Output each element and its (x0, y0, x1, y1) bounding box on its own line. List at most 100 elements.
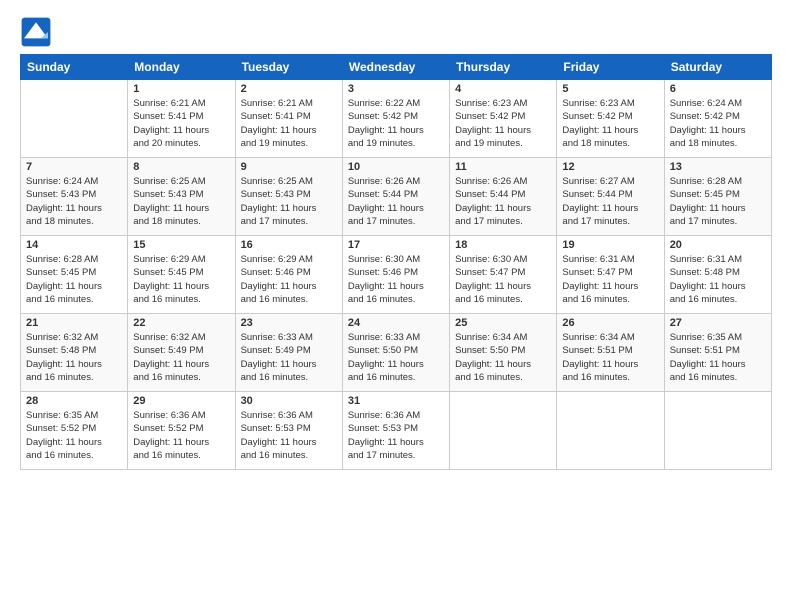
weekday-header-row: SundayMondayTuesdayWednesdayThursdayFrid… (21, 55, 772, 80)
calendar-week-row: 7Sunrise: 6:24 AM Sunset: 5:43 PM Daylig… (21, 158, 772, 236)
calendar-cell: 31 Sunrise: 6:36 AM Sunset: 5:53 PM Dayli… (342, 392, 449, 470)
day-info: Sunrise: 6:31 AM Sunset: 5:47 PM Dayligh… (562, 253, 658, 306)
calendar-week-row: 21 Sunrise: 6:32 AM Sunset: 5:48 PM Dayli… (21, 314, 772, 392)
day-number: 8 (133, 161, 229, 173)
calendar-cell: 30 Sunrise: 6:36 AM Sunset: 5:53 PM Dayli… (235, 392, 342, 470)
day-info: Sunrise: 6:36 AM Sunset: 5:53 PM Dayligh… (348, 409, 444, 462)
day-info: Sunrise: 6:36 AM Sunset: 5:53 PM Dayligh… (241, 409, 337, 462)
day-info: Sunrise: 6:31 AM Sunset: 5:48 PM Dayligh… (670, 253, 766, 306)
calendar-cell: 8 Sunrise: 6:25 AM Sunset: 5:43 PM Daylig… (128, 158, 235, 236)
calendar-cell: 20 Sunrise: 6:31 AM Sunset: 5:48 PM Dayli… (664, 236, 771, 314)
day-number: 15 (133, 239, 229, 251)
day-info: Sunrise: 6:22 AM Sunset: 5:42 PM Dayligh… (348, 97, 444, 150)
calendar-cell: 22 Sunrise: 6:32 AM Sunset: 5:49 PM Dayli… (128, 314, 235, 392)
day-number: 19 (562, 239, 658, 251)
calendar-week-row: 1Sunrise: 6:21 AM Sunset: 5:41 PM Daylig… (21, 80, 772, 158)
weekday-header-friday: Friday (557, 55, 664, 80)
day-info: Sunrise: 6:28 AM Sunset: 5:45 PM Dayligh… (26, 253, 122, 306)
day-number: 11 (455, 161, 551, 173)
day-number: 2 (241, 83, 337, 95)
day-info: Sunrise: 6:33 AM Sunset: 5:49 PM Dayligh… (241, 331, 337, 384)
calendar-cell: 5 Sunrise: 6:23 AM Sunset: 5:42 PM Daylig… (557, 80, 664, 158)
weekday-header-monday: Monday (128, 55, 235, 80)
calendar-cell: 21 Sunrise: 6:32 AM Sunset: 5:48 PM Dayli… (21, 314, 128, 392)
day-info: Sunrise: 6:32 AM Sunset: 5:49 PM Dayligh… (133, 331, 229, 384)
calendar-cell: 29 Sunrise: 6:36 AM Sunset: 5:52 PM Dayli… (128, 392, 235, 470)
day-number: 17 (348, 239, 444, 251)
calendar-cell (664, 392, 771, 470)
day-number: 25 (455, 317, 551, 329)
day-number: 20 (670, 239, 766, 251)
calendar-week-row: 28 Sunrise: 6:35 AM Sunset: 5:52 PM Dayli… (21, 392, 772, 470)
calendar-cell (21, 80, 128, 158)
day-info: Sunrise: 6:24 AM Sunset: 5:43 PM Dayligh… (26, 175, 122, 228)
day-info: Sunrise: 6:29 AM Sunset: 5:46 PM Dayligh… (241, 253, 337, 306)
day-number: 10 (348, 161, 444, 173)
day-info: Sunrise: 6:26 AM Sunset: 5:44 PM Dayligh… (455, 175, 551, 228)
calendar-cell: 7Sunrise: 6:24 AM Sunset: 5:43 PM Daylig… (21, 158, 128, 236)
calendar-cell: 12 Sunrise: 6:27 AM Sunset: 5:44 PM Dayli… (557, 158, 664, 236)
day-number: 23 (241, 317, 337, 329)
day-info: Sunrise: 6:27 AM Sunset: 5:44 PM Dayligh… (562, 175, 658, 228)
day-info: Sunrise: 6:25 AM Sunset: 5:43 PM Dayligh… (133, 175, 229, 228)
weekday-header-saturday: Saturday (664, 55, 771, 80)
calendar-table: SundayMondayTuesdayWednesdayThursdayFrid… (20, 54, 772, 470)
calendar-cell: 27 Sunrise: 6:35 AM Sunset: 5:51 PM Dayli… (664, 314, 771, 392)
day-number: 30 (241, 395, 337, 407)
calendar-cell: 18Sunrise: 6:30 AM Sunset: 5:47 PM Dayli… (450, 236, 557, 314)
day-number: 9 (241, 161, 337, 173)
calendar-cell: 25 Sunrise: 6:34 AM Sunset: 5:50 PM Dayli… (450, 314, 557, 392)
day-number: 6 (670, 83, 766, 95)
weekday-header-thursday: Thursday (450, 55, 557, 80)
calendar-cell: 14Sunrise: 6:28 AM Sunset: 5:45 PM Dayli… (21, 236, 128, 314)
day-number: 4 (455, 83, 551, 95)
day-number: 29 (133, 395, 229, 407)
calendar-week-row: 14Sunrise: 6:28 AM Sunset: 5:45 PM Dayli… (21, 236, 772, 314)
calendar-cell: 13Sunrise: 6:28 AM Sunset: 5:45 PM Dayli… (664, 158, 771, 236)
day-number: 26 (562, 317, 658, 329)
day-info: Sunrise: 6:32 AM Sunset: 5:48 PM Dayligh… (26, 331, 122, 384)
day-info: Sunrise: 6:23 AM Sunset: 5:42 PM Dayligh… (562, 97, 658, 150)
logo-icon (20, 16, 52, 48)
calendar-cell: 23 Sunrise: 6:33 AM Sunset: 5:49 PM Dayli… (235, 314, 342, 392)
calendar-cell: 2Sunrise: 6:21 AM Sunset: 5:41 PM Daylig… (235, 80, 342, 158)
day-info: Sunrise: 6:25 AM Sunset: 5:43 PM Dayligh… (241, 175, 337, 228)
day-number: 3 (348, 83, 444, 95)
day-info: Sunrise: 6:34 AM Sunset: 5:51 PM Dayligh… (562, 331, 658, 384)
calendar-cell: 17 Sunrise: 6:30 AM Sunset: 5:46 PM Dayli… (342, 236, 449, 314)
day-info: Sunrise: 6:29 AM Sunset: 5:45 PM Dayligh… (133, 253, 229, 306)
day-info: Sunrise: 6:24 AM Sunset: 5:42 PM Dayligh… (670, 97, 766, 150)
day-info: Sunrise: 6:36 AM Sunset: 5:52 PM Dayligh… (133, 409, 229, 462)
calendar-cell (450, 392, 557, 470)
day-number: 27 (670, 317, 766, 329)
day-info: Sunrise: 6:35 AM Sunset: 5:52 PM Dayligh… (26, 409, 122, 462)
calendar-cell: 10 Sunrise: 6:26 AM Sunset: 5:44 PM Dayli… (342, 158, 449, 236)
day-number: 22 (133, 317, 229, 329)
weekday-header-wednesday: Wednesday (342, 55, 449, 80)
day-number: 21 (26, 317, 122, 329)
day-info: Sunrise: 6:23 AM Sunset: 5:42 PM Dayligh… (455, 97, 551, 150)
calendar-cell: 3 Sunrise: 6:22 AM Sunset: 5:42 PM Daylig… (342, 80, 449, 158)
calendar-cell: 24 Sunrise: 6:33 AM Sunset: 5:50 PM Dayli… (342, 314, 449, 392)
day-info: Sunrise: 6:33 AM Sunset: 5:50 PM Dayligh… (348, 331, 444, 384)
calendar-cell: 28 Sunrise: 6:35 AM Sunset: 5:52 PM Dayli… (21, 392, 128, 470)
day-number: 5 (562, 83, 658, 95)
calendar-cell: 16Sunrise: 6:29 AM Sunset: 5:46 PM Dayli… (235, 236, 342, 314)
day-number: 24 (348, 317, 444, 329)
day-info: Sunrise: 6:34 AM Sunset: 5:50 PM Dayligh… (455, 331, 551, 384)
weekday-header-tuesday: Tuesday (235, 55, 342, 80)
day-number: 28 (26, 395, 122, 407)
header (20, 16, 772, 48)
calendar-cell: 9 Sunrise: 6:25 AM Sunset: 5:43 PM Daylig… (235, 158, 342, 236)
day-info: Sunrise: 6:21 AM Sunset: 5:41 PM Dayligh… (133, 97, 229, 150)
day-info: Sunrise: 6:26 AM Sunset: 5:44 PM Dayligh… (348, 175, 444, 228)
day-info: Sunrise: 6:30 AM Sunset: 5:47 PM Dayligh… (455, 253, 551, 306)
day-number: 13 (670, 161, 766, 173)
day-number: 31 (348, 395, 444, 407)
calendar-cell: 26 Sunrise: 6:34 AM Sunset: 5:51 PM Dayli… (557, 314, 664, 392)
day-number: 12 (562, 161, 658, 173)
calendar-cell: 6 Sunrise: 6:24 AM Sunset: 5:42 PM Daylig… (664, 80, 771, 158)
day-info: Sunrise: 6:35 AM Sunset: 5:51 PM Dayligh… (670, 331, 766, 384)
weekday-header-sunday: Sunday (21, 55, 128, 80)
day-info: Sunrise: 6:30 AM Sunset: 5:46 PM Dayligh… (348, 253, 444, 306)
